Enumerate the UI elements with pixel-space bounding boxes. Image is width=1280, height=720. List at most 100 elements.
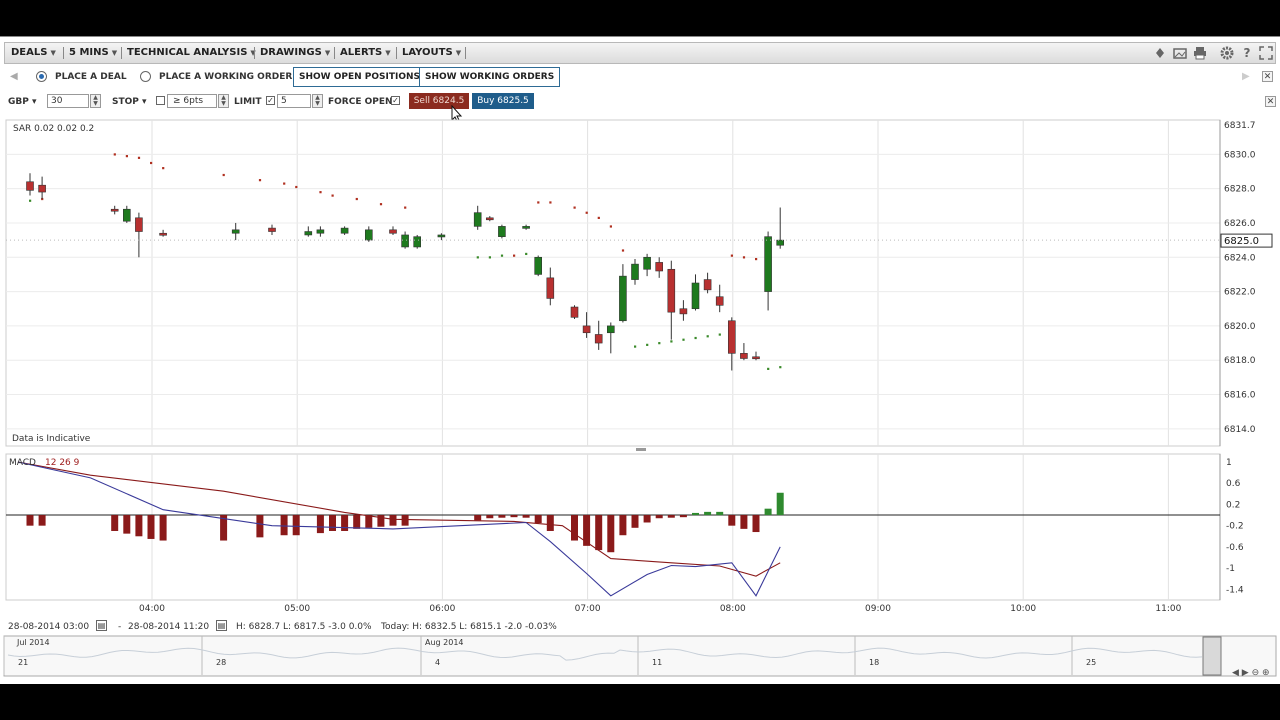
sar-dot [634, 345, 637, 348]
sar-dot [258, 179, 262, 182]
alerts-menu[interactable]: ALERTS ▼ [336, 43, 395, 63]
sar-dot [779, 366, 782, 369]
sar-dot [500, 254, 504, 257]
macd-axis-tick: -0.6 [1226, 543, 1244, 553]
lock-icon[interactable] [1153, 46, 1167, 60]
scroll-right-icon[interactable]: ▶ [1242, 71, 1250, 82]
bullish-candle [691, 282, 700, 310]
price-axis-tick: 6826.0 [1224, 219, 1256, 229]
stop-select[interactable]: STOP ▾ [112, 97, 147, 107]
time-axis-label: 11:00 [1155, 604, 1181, 614]
sar-dot [718, 333, 721, 336]
navigator-zoom-icon: ◀ ▶ ⊖ ⊕ [1232, 668, 1270, 678]
macd-histogram-bar [631, 515, 639, 528]
sar-dot [137, 156, 141, 159]
bearish-candle [159, 232, 167, 236]
sar-dot [513, 254, 516, 257]
range-start: 28-08-2014 03:00 [8, 622, 90, 632]
sar-dot [755, 257, 758, 261]
fullscreen-icon[interactable] [1259, 46, 1273, 60]
print-icon[interactable] [1193, 46, 1207, 60]
price-axis-tick: 6818.0 [1224, 356, 1256, 366]
sar-dot [670, 340, 673, 343]
stop-input[interactable]: ≥ 6pts [167, 94, 217, 108]
time-axis-label: 07:00 [575, 604, 601, 614]
show-open-positions-button[interactable]: SHOW OPEN POSITIONS [293, 67, 427, 87]
bullish-candle [534, 256, 543, 275]
macd-histogram-bar [159, 515, 167, 541]
bearish-candle [570, 306, 579, 318]
place-working-order-label[interactable]: PLACE A WORKING ORDER [159, 72, 292, 82]
bullish-candle [619, 275, 627, 322]
place-deal-label[interactable]: PLACE A DEAL [55, 72, 127, 82]
size-input[interactable]: 30 [47, 94, 89, 108]
drawings-menu[interactable]: DRAWINGS ▼ [256, 43, 334, 63]
menu-bar: DEALS▼ 5 MINS▼ TECHNICAL ANALYSIS▼ DRAWI… [4, 42, 1276, 64]
macd-params: 12 26 9 [45, 458, 80, 468]
sar-dot [730, 254, 733, 257]
macd-histogram-bar [764, 508, 772, 516]
bearish-candle [389, 229, 397, 234]
show-working-orders-button[interactable]: SHOW WORKING ORDERS [419, 67, 561, 87]
macd-histogram-bar [583, 515, 591, 546]
macd-histogram-bar [474, 515, 482, 521]
macd-axis-tick: -1.4 [1226, 585, 1244, 595]
place-deal-radio[interactable] [36, 71, 47, 82]
sar-dot [404, 206, 407, 209]
bearish-candle [752, 356, 760, 360]
time-axis-label: 06:00 [429, 604, 455, 614]
menu-separator [465, 47, 466, 59]
price-axis-tick: 6820.0 [1224, 322, 1256, 332]
technical-analysis-menu[interactable]: TECHNICAL ANALYSIS▼ [123, 43, 260, 63]
sar-dot [549, 201, 552, 204]
time-axis-label: 10:00 [1010, 604, 1036, 614]
bullish-candle [304, 231, 313, 236]
sar-dot [488, 256, 491, 259]
calendar-end-icon[interactable]: ▤ [216, 620, 227, 631]
bearish-candle [703, 279, 712, 291]
help-icon[interactable]: ? [1240, 46, 1254, 60]
price-axis-tick: 6822.0 [1224, 288, 1256, 298]
macd-histogram-bar [353, 515, 361, 529]
calendar-start-icon[interactable]: ▤ [96, 620, 107, 631]
sar-dot [150, 161, 153, 165]
bullish-candle [643, 256, 651, 270]
macd-histogram-bar [643, 515, 651, 523]
currency-select[interactable]: GBP ▾ [8, 97, 37, 107]
bearish-candle [582, 325, 591, 334]
macd-histogram-bar [655, 515, 663, 519]
timeframe-menu[interactable]: 5 MINS ▼ [65, 43, 121, 63]
scroll-left-icon[interactable]: ◀ [10, 71, 18, 82]
size-stepper[interactable]: ▲ ▼ [90, 94, 101, 108]
close-deal-row-icon[interactable]: ✕ [1262, 71, 1273, 82]
place-working-order-radio[interactable] [140, 71, 151, 82]
close-ticket-icon[interactable]: ✕ [1265, 96, 1276, 107]
navigator-strip[interactable]: 21 28 4 11 18 25 Jul 2014 Aug 2014 ◀ ▶ ⊖ ⊕ [0, 635, 1280, 683]
deals-menu[interactable]: DEALS ▼ [7, 43, 60, 63]
macd-histogram-bar [135, 515, 143, 537]
limit-input[interactable]: 5 [277, 94, 311, 108]
price-axis-tick: 6831.7 [1224, 121, 1256, 131]
gear-icon[interactable] [1220, 46, 1234, 60]
sar-dot [573, 206, 576, 209]
navigator-day-label: 25 [1086, 658, 1096, 667]
deal-ticket: GBP ▾ 30 ▲ ▼ STOP ▾ ≥ 6pts ▲ ▼ LIMIT ✓ 5 ▲… [4, 92, 1276, 112]
price-axis-tick: 6828.0 [1224, 185, 1256, 195]
force-open-checkbox[interactable]: ✓ [391, 96, 400, 105]
layouts-menu[interactable]: LAYOUTS ▼ [398, 43, 465, 63]
image-icon[interactable] [1173, 46, 1187, 60]
bearish-candle [110, 208, 119, 212]
limit-label: LIMIT [234, 97, 262, 107]
macd-histogram-bar [401, 515, 409, 526]
buy-button[interactable]: Buy 6825.5 [472, 93, 534, 109]
stop-stepper[interactable]: ▲ ▼ [218, 94, 229, 108]
stop-checkbox[interactable] [156, 96, 165, 105]
sar-dot [525, 252, 528, 256]
macd-histogram-bar [256, 515, 264, 538]
bullish-candle [522, 226, 530, 229]
sar-dot [113, 153, 116, 156]
limit-checkbox[interactable]: ✓ [266, 96, 275, 105]
limit-stepper[interactable]: ▲ ▼ [312, 94, 323, 108]
chart-area[interactable]: 6831.7 6830.0 6828.0 6826.0 6824.0 6822.0 6820… [0, 112, 1280, 620]
bullish-candle [776, 239, 785, 246]
